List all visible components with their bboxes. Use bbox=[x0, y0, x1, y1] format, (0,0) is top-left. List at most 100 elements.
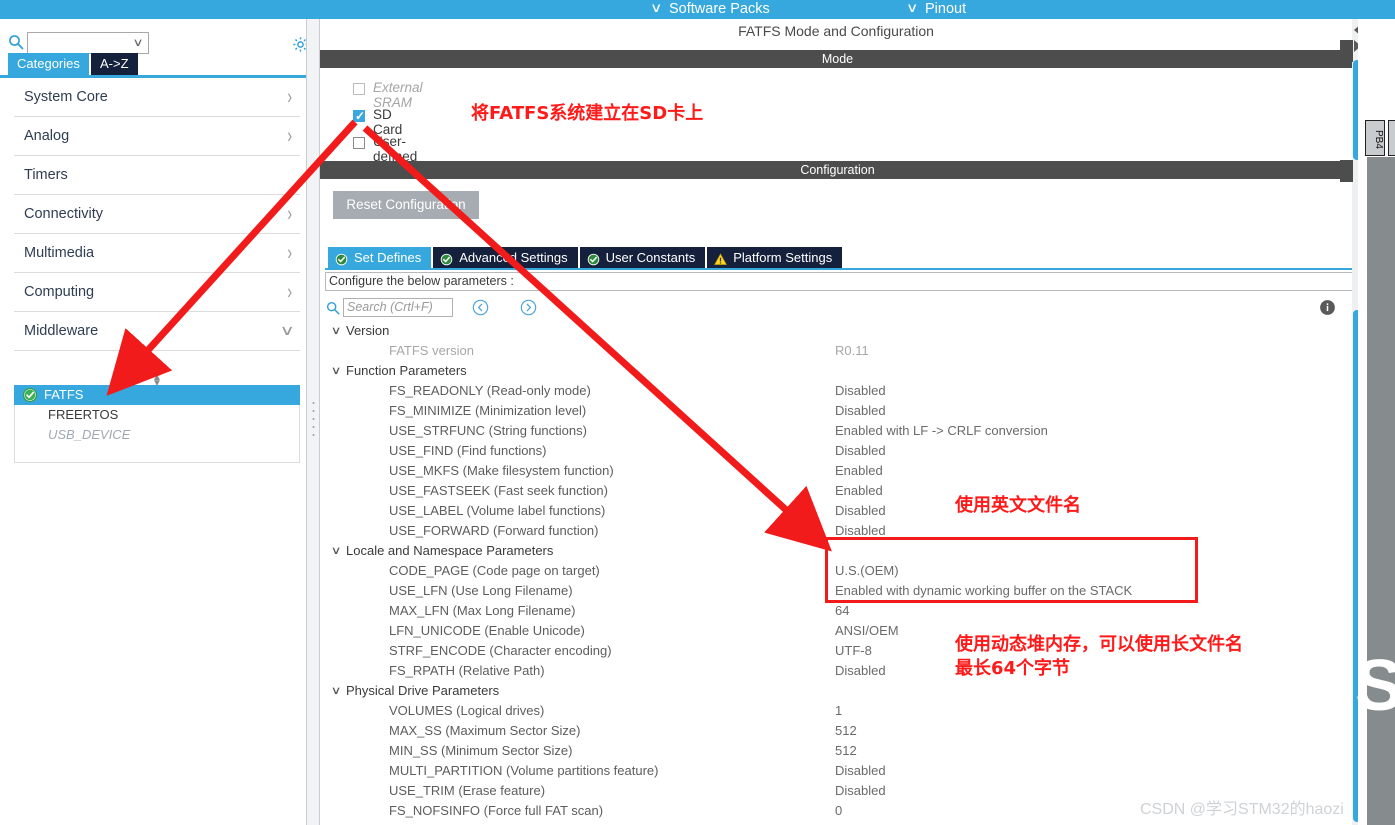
tree-group-function-parameters[interactable]: ∨ Function Parameters bbox=[325, 362, 1355, 382]
tree-group-version[interactable]: ∨ Version bbox=[325, 322, 1355, 342]
tree-group-label: Function Parameters bbox=[346, 363, 467, 378]
tab-a-to-z[interactable]: A->Z bbox=[91, 53, 138, 75]
chevron-down-icon: ∨ bbox=[906, 0, 919, 15]
parameter-value: 512 bbox=[835, 743, 857, 758]
tree-group-label: Version bbox=[346, 323, 390, 338]
pin-pb4[interactable]: PB4 bbox=[1365, 120, 1385, 156]
sidebar-item-fatfs[interactable]: FATFS bbox=[14, 385, 300, 405]
parameter-name: MULTI_PARTITION (Volume partitions featu… bbox=[389, 763, 659, 778]
warning-triangle-icon bbox=[714, 251, 728, 265]
parameter-search-placeholder: Search (Crtl+F) bbox=[347, 300, 433, 314]
sidebar-item-computing[interactable]: Computing › bbox=[14, 273, 300, 312]
configuration-section-header: Configuration bbox=[320, 161, 1355, 179]
chevron-down-icon: ∨ bbox=[330, 365, 342, 377]
table-row[interactable]: FATFS version R0.11 bbox=[325, 342, 1355, 362]
parameter-value: Disabled bbox=[835, 383, 886, 398]
sidebar-item-system-core[interactable]: System Core › bbox=[14, 78, 300, 117]
parameter-name: USE_MKFS (Make filesystem function) bbox=[389, 463, 614, 478]
parameter-value: Disabled bbox=[835, 523, 886, 538]
parameter-name: USE_LABEL (Volume label functions) bbox=[389, 503, 606, 518]
sidebar-item-timers[interactable]: Timers bbox=[14, 156, 300, 195]
chevron-right-icon: › bbox=[287, 240, 292, 264]
pin-adjacent[interactable] bbox=[1388, 120, 1395, 156]
table-row[interactable]: FS_READONLY (Read-only mode) Disabled bbox=[325, 382, 1355, 402]
check-circle-icon bbox=[22, 387, 38, 403]
parameter-value: Disabled bbox=[835, 663, 886, 678]
table-row[interactable]: FS_MINIMIZE (Minimization level) Disable… bbox=[325, 402, 1355, 422]
table-row[interactable]: MIN_SS (Minimum Sector Size) 512 bbox=[325, 742, 1355, 762]
parameter-value: UTF-8 bbox=[835, 643, 872, 658]
annotation-heap-line2: 最长64个字节 bbox=[955, 658, 1071, 679]
annotation-heap-note: 使用动态堆内存，可以使用长文件名 最长64个字节 bbox=[955, 633, 1243, 681]
tree-group-label: Locale and Namespace Parameters bbox=[346, 543, 554, 558]
sidebar-item-connectivity[interactable]: Connectivity › bbox=[14, 195, 300, 234]
table-row[interactable]: USE_LABEL (Volume label functions) Disab… bbox=[325, 502, 1355, 522]
parameter-value: Enabled bbox=[835, 483, 883, 498]
page-title: FATFS Mode and Configuration bbox=[738, 23, 934, 39]
gear-icon[interactable] bbox=[292, 36, 306, 53]
table-row[interactable]: USE_FASTSEEK (Fast seek function) Enable… bbox=[325, 482, 1355, 502]
tab-label: Set Defines bbox=[354, 250, 422, 265]
table-row[interactable]: USE_FIND (Find functions) Disabled bbox=[325, 442, 1355, 462]
panel-splitter[interactable] bbox=[306, 19, 320, 825]
parameter-search-row: Search (Crtl+F) bbox=[325, 298, 1355, 320]
chevron-down-icon: ∨ bbox=[132, 37, 144, 49]
left-sidebar: ∨ Categories A->Z System Core › Analog ›… bbox=[0, 19, 306, 825]
parameter-name: STRF_ENCODE (Character encoding) bbox=[389, 643, 612, 658]
sidebar-item-middleware[interactable]: Middleware ∨ bbox=[14, 312, 300, 351]
tab-platform-settings[interactable]: Platform Settings bbox=[707, 247, 843, 268]
splitter-grip-icon bbox=[312, 399, 315, 439]
parameter-name: USE_STRFUNC (String functions) bbox=[389, 423, 587, 438]
sidebar-item-label: Computing bbox=[24, 284, 95, 300]
table-row[interactable]: USE_MKFS (Make filesystem function) Enab… bbox=[325, 462, 1355, 482]
annotation-heap-line1: 使用动态堆内存，可以使用长文件名 bbox=[955, 634, 1243, 655]
tab-label: Platform Settings bbox=[733, 250, 833, 265]
table-row[interactable]: VOLUMES (Logical drives) 1 bbox=[325, 702, 1355, 722]
mode-option-label: External SRAM bbox=[373, 80, 423, 110]
menu-pinout[interactable]: ∨ Pinout bbox=[906, 0, 967, 19]
menu-software-packs[interactable]: ∨ Software Packs bbox=[650, 0, 770, 19]
sidebar-item-label: FREERTOS bbox=[48, 407, 119, 422]
chevron-down-icon: ∨ bbox=[330, 685, 342, 697]
parameter-value: Disabled bbox=[835, 443, 886, 458]
checkbox-icon[interactable]: ✓ bbox=[353, 109, 366, 123]
tree-group-physical-drive-parameters[interactable]: ∨ Physical Drive Parameters bbox=[325, 682, 1355, 702]
parameter-value: Enabled with LF -> CRLF conversion bbox=[835, 423, 1048, 438]
parameter-value: Disabled bbox=[835, 503, 886, 518]
annotation-english-filename: 使用英文文件名 bbox=[955, 495, 1081, 516]
sidebar-item-multimedia[interactable]: Multimedia › bbox=[14, 234, 300, 273]
sidebar-item-freertos[interactable]: FREERTOS bbox=[14, 405, 300, 425]
sidebar-item-label: Multimedia bbox=[24, 245, 95, 261]
mode-option-label: User-defined bbox=[373, 134, 418, 164]
menu-software-packs-label: Software Packs bbox=[669, 1, 770, 17]
parameter-search-input[interactable]: Search (Crtl+F) bbox=[343, 298, 453, 317]
category-list: System Core › Analog › Timers Connectivi… bbox=[14, 78, 300, 351]
circle-left-arrow-icon[interactable] bbox=[472, 299, 489, 316]
checkbox-icon[interactable] bbox=[353, 137, 365, 149]
search-input[interactable]: ∨ bbox=[27, 32, 149, 54]
menu-pinout-label: Pinout bbox=[925, 1, 967, 17]
search-icon bbox=[326, 301, 340, 315]
chevron-right-icon: › bbox=[287, 84, 292, 108]
parameter-value: 1 bbox=[835, 703, 843, 718]
circle-right-arrow-icon[interactable] bbox=[520, 299, 537, 316]
info-icon[interactable] bbox=[1319, 299, 1336, 316]
table-row[interactable]: MAX_LFN (Max Long Filename) 64 bbox=[325, 602, 1355, 622]
tab-categories[interactable]: Categories bbox=[8, 53, 89, 75]
table-row[interactable]: MULTI_PARTITION (Volume partitions featu… bbox=[325, 762, 1355, 782]
chevron-down-icon: ∨ bbox=[279, 322, 295, 338]
sidebar-item-usb-device[interactable]: USB_DEVICE bbox=[14, 425, 300, 445]
reset-configuration-button[interactable]: Reset Configuration bbox=[333, 191, 479, 219]
sidebar-item-analog[interactable]: Analog › bbox=[14, 117, 300, 156]
check-mark-icon: ✓ bbox=[355, 109, 366, 123]
tab-label: User Constants bbox=[605, 250, 696, 265]
sidebar-item-label: Connectivity bbox=[24, 206, 103, 222]
checkbox-icon[interactable] bbox=[353, 83, 365, 95]
tab-advanced-settings[interactable]: Advanced Settings bbox=[433, 247, 578, 268]
table-row[interactable]: USE_STRFUNC (String functions) Enabled w… bbox=[325, 422, 1355, 442]
parameter-value: 64 bbox=[835, 603, 850, 618]
tab-user-constants[interactable]: User Constants bbox=[579, 247, 706, 268]
tab-set-defines[interactable]: Set Defines bbox=[328, 247, 432, 268]
table-row[interactable]: MAX_SS (Maximum Sector Size) 512 bbox=[325, 722, 1355, 742]
parameter-value: 0 bbox=[835, 803, 843, 818]
